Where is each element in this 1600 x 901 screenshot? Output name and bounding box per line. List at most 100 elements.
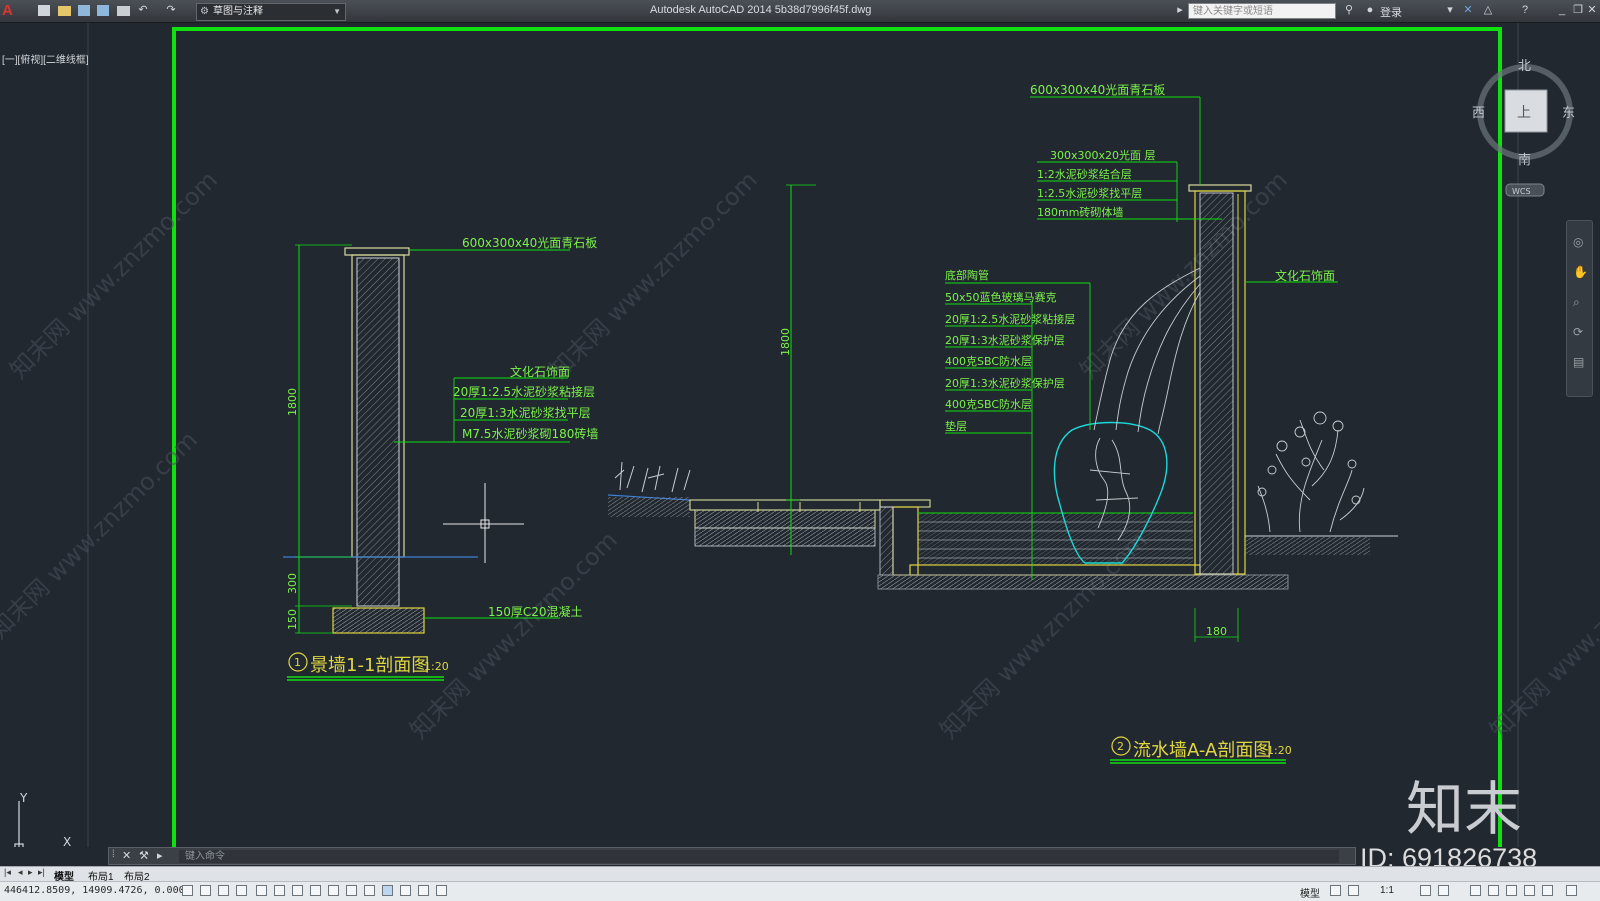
drawing-canvas[interactable]: 知末网 www.znzmo.com 知末网 www.znzmo.com 知末网 … <box>0 23 1600 847</box>
3d-osnap-icon[interactable] <box>292 885 303 896</box>
showmotion-icon[interactable]: ▤ <box>1573 355 1584 369</box>
help-icon[interactable]: ? <box>1518 3 1532 18</box>
model-space-toggle[interactable]: 模型 <box>1300 885 1320 900</box>
new-file-icon[interactable] <box>38 5 50 16</box>
lineweight-icon[interactable] <box>364 885 375 896</box>
polar-icon[interactable] <box>256 885 267 896</box>
viewcube-top-label[interactable]: 上 <box>1517 105 1531 121</box>
tab-nav-prev-icon[interactable]: ◂ <box>18 867 23 878</box>
section-1-title: 景墙1-1剖面图 <box>310 655 429 676</box>
tab-nav-first-icon[interactable]: |◂ <box>4 867 11 878</box>
drag-handle-icon[interactable]: ⁞ <box>112 849 115 860</box>
print-icon[interactable] <box>117 6 130 16</box>
tab-nav-next-icon[interactable]: ▸ <box>28 867 33 878</box>
command-input[interactable]: 键入命令 <box>179 850 1339 863</box>
maximize-icon[interactable]: ❐ <box>1572 3 1584 18</box>
redo-icon[interactable]: ↷ <box>165 3 177 18</box>
close-icon[interactable]: ✕ <box>122 849 131 862</box>
binoculars-icon[interactable]: ⚲ <box>1342 3 1356 18</box>
status-bar: 446412.8509, 14909.4726, 0.0000 模型 1:1 <box>0 881 1600 901</box>
callout-side-stone: 文化石饰面 <box>1275 268 1335 283</box>
navigation-bar[interactable]: ◎ ✋ ⌕ ⟳ ▤ <box>1566 220 1593 397</box>
ducs-icon[interactable] <box>328 885 339 896</box>
watermark-text: 知末网 www.znzmo.com <box>404 526 622 744</box>
dim-height-1800: 1800 <box>779 328 792 356</box>
workspace-dropdown[interactable]: ⚙ 草图与注释 ▼ <box>196 3 346 21</box>
ortho-icon[interactable] <box>236 885 247 896</box>
isolate-objects-icon[interactable] <box>1506 885 1517 896</box>
autocad-logo-icon[interactable]: A <box>2 2 28 20</box>
viewcube-west-label[interactable]: 西 <box>1472 106 1485 121</box>
viewcube-south-label[interactable]: 南 <box>1518 152 1531 168</box>
save-as-icon[interactable] <box>97 5 109 16</box>
login-button[interactable]: 登录 <box>1380 4 1402 20</box>
wcs-label[interactable]: WCS <box>1512 187 1531 196</box>
dim-1800: 1800 <box>286 388 299 416</box>
drawing-viewport[interactable]: 知末网 www.znzmo.com 知末网 www.znzmo.com 知末网 … <box>0 23 1600 847</box>
grid-icon[interactable] <box>218 885 229 896</box>
watermark-text: 知末网 www.znzmo.com <box>544 166 762 384</box>
undo-icon[interactable]: ↶ <box>137 3 149 18</box>
exchange-icon[interactable]: ✕ <box>1462 3 1474 18</box>
chevron-down-icon: ▼ <box>333 7 341 16</box>
hardware-acceleration-icon[interactable] <box>1524 885 1535 896</box>
autodesk360-icon[interactable]: △ <box>1482 3 1494 18</box>
osnap-icon[interactable] <box>274 885 285 896</box>
dim-width-180: 180 <box>1206 625 1227 638</box>
ucs-icon <box>14 801 24 847</box>
coordinates-readout[interactable]: 446412.8509, 14909.4726, 0.0000 <box>4 885 191 896</box>
menu-arrow-icon[interactable]: ▾ <box>1444 3 1456 18</box>
pond-layer-3: 20厚1:2.5水泥砂浆粘接层 <box>945 312 1075 326</box>
orbit-icon[interactable]: ⟳ <box>1573 325 1583 339</box>
snap-icon[interactable] <box>200 885 211 896</box>
ucs-y-label: Y <box>19 791 28 805</box>
viewport-label[interactable]: [一][俯视][二维线框] <box>2 51 89 66</box>
save-icon[interactable] <box>78 5 90 16</box>
workspace-switch-icon[interactable] <box>1470 885 1481 896</box>
minimize-icon[interactable]: _ <box>1556 3 1568 18</box>
tab-nav-last-icon[interactable]: ▸| <box>38 867 45 878</box>
clean-screen-icon[interactable] <box>1542 885 1553 896</box>
window-title: Autodesk AutoCAD 2014 5b38d7996f45f.dwg <box>650 4 872 16</box>
gear-icon: ⚙ <box>200 6 209 17</box>
wrench-icon[interactable]: ⚒ <box>139 849 149 862</box>
callout-culture-stone: 文化石饰面 <box>510 364 570 379</box>
prompt-icon[interactable]: ▸ <box>157 849 163 862</box>
callout-top-stone: 600x300x40光面青石板 <box>1030 83 1165 97</box>
pan-icon[interactable]: ✋ <box>1573 265 1588 279</box>
infer-constraints-icon[interactable] <box>182 885 193 896</box>
title-bar: A ↶ ↷ ⚙ 草图与注释 ▼ Autodesk AutoCAD 2014 5b… <box>0 0 1600 23</box>
status-menu-icon[interactable] <box>1566 885 1577 896</box>
viewcube-east-label[interactable]: 东 <box>1562 106 1575 121</box>
lock-ui-icon[interactable] <box>1488 885 1499 896</box>
open-file-icon[interactable] <box>58 6 71 16</box>
selection-cycling-icon[interactable] <box>418 885 429 896</box>
command-line[interactable]: ⁞ ✕ ⚒ ▸ 键入命令 <box>108 847 1356 865</box>
dim-150: 150 <box>286 609 299 630</box>
annotation-scale-dropdown[interactable]: 1:1 <box>1380 885 1394 896</box>
viewcube-north-label[interactable]: 北 <box>1518 59 1531 74</box>
upper-layer-3: 1:2.5水泥砂浆找平层 <box>1037 186 1142 200</box>
annotation-visibility-icon[interactable] <box>1420 885 1431 896</box>
upper-layer-2: 1:2水泥砂浆结合层 <box>1037 167 1132 181</box>
steering-wheel-icon[interactable]: ◎ <box>1573 235 1583 249</box>
quick-properties-icon[interactable] <box>400 885 411 896</box>
transparency-icon[interactable] <box>382 885 393 896</box>
callout-stone-slab: 600x300x40光面青石板 <box>462 236 597 250</box>
close-icon[interactable]: ✕ <box>1586 3 1598 18</box>
search-input[interactable]: 键入关键字或短语 <box>1188 3 1336 19</box>
section-2-scale: 1:20 <box>1267 744 1292 757</box>
zhimo-logo: 知末 <box>1406 762 1536 843</box>
dyn-icon[interactable] <box>346 885 357 896</box>
zoom-icon[interactable]: ⌕ <box>1573 295 1580 310</box>
viewcube[interactable]: 上 北 南 东 西 WCS <box>1472 59 1575 197</box>
callout-concrete: 150厚C20混凝土 <box>488 604 583 619</box>
quick-view-layouts-icon[interactable] <box>1330 885 1341 896</box>
layer-label-level: 20厚1:3水泥砂浆找平层 <box>460 405 591 420</box>
annotation-monitor-icon[interactable] <box>436 885 447 896</box>
user-icon[interactable]: ● <box>1364 3 1376 18</box>
otrack-icon[interactable] <box>310 885 321 896</box>
auto-scale-icon[interactable] <box>1438 885 1449 896</box>
chevron-right-icon[interactable]: ▸ <box>1176 3 1184 18</box>
quick-view-drawings-icon[interactable] <box>1348 885 1359 896</box>
